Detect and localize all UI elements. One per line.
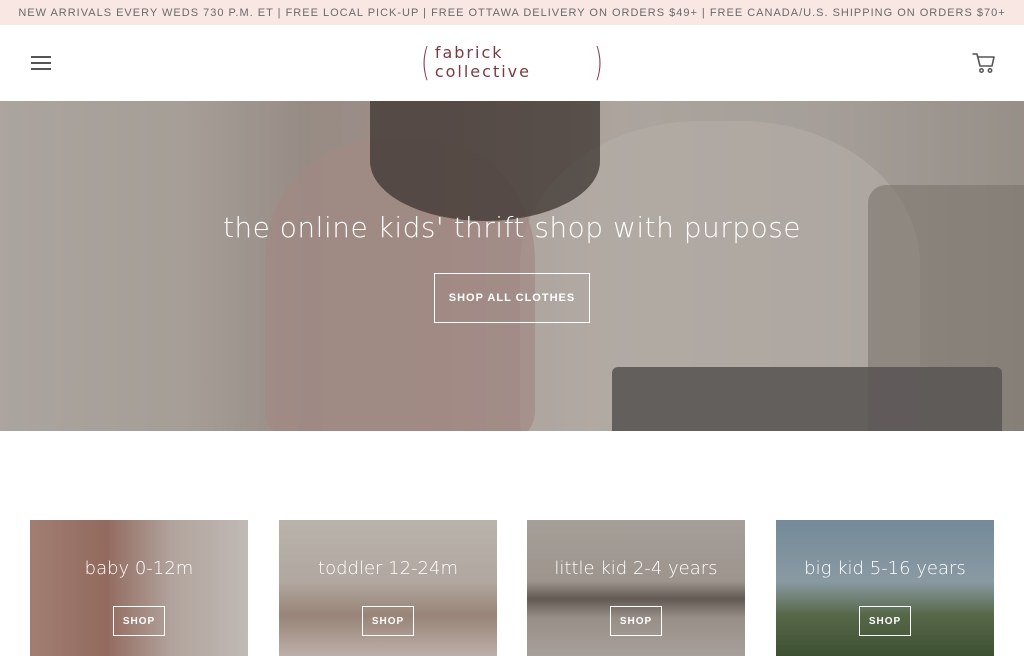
category-card-little-kid[interactable]: little kid 2-4 years SHOP bbox=[527, 520, 745, 656]
category-label: baby 0-12m bbox=[84, 558, 194, 579]
shopping-cart-icon[interactable] bbox=[972, 52, 996, 74]
logo-left-paren: ( bbox=[420, 40, 430, 84]
hero-title: the online kids' thrift shop with purpos… bbox=[222, 211, 802, 244]
hamburger-menu-icon[interactable] bbox=[31, 54, 53, 72]
site-logo[interactable]: ( fabrick collective ) bbox=[418, 39, 606, 85]
site-header: ( fabrick collective ) bbox=[0, 25, 1024, 101]
hero-overlay bbox=[0, 101, 1024, 431]
shop-button[interactable]: SHOP bbox=[859, 606, 911, 636]
shop-button[interactable]: SHOP bbox=[113, 606, 165, 636]
category-card-toddler[interactable]: toddler 12-24m SHOP bbox=[279, 520, 497, 656]
category-label: little kid 2-4 years bbox=[554, 558, 718, 579]
shop-button[interactable]: SHOP bbox=[610, 606, 662, 636]
logo-right-paren: ) bbox=[594, 40, 604, 84]
logo-text: fabrick collective bbox=[434, 43, 531, 81]
announcement-text: NEW ARRIVALS EVERY WEDS 730 P.M. ET | FR… bbox=[18, 6, 1006, 19]
category-grid: baby 0-12m SHOP toddler 12-24m SHOP litt… bbox=[0, 520, 1024, 656]
category-label: big kid 5-16 years bbox=[804, 558, 966, 579]
category-card-baby[interactable]: baby 0-12m SHOP bbox=[30, 520, 248, 656]
category-card-big-kid[interactable]: big kid 5-16 years SHOP bbox=[776, 520, 994, 656]
announcement-bar: NEW ARRIVALS EVERY WEDS 730 P.M. ET | FR… bbox=[0, 0, 1024, 25]
hero-banner: the online kids' thrift shop with purpos… bbox=[0, 101, 1024, 431]
shop-button[interactable]: SHOP bbox=[362, 606, 414, 636]
category-label: toddler 12-24m bbox=[318, 558, 458, 579]
shop-all-clothes-button[interactable]: SHOP ALL CLOTHES bbox=[434, 273, 590, 323]
